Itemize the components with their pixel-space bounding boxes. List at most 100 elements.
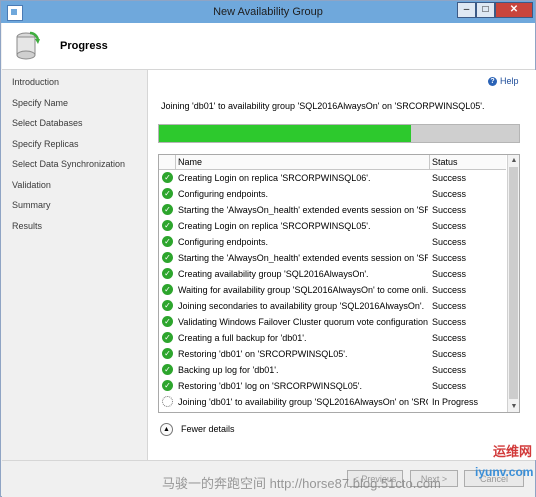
sidebar-item-introduction[interactable]: Introduction bbox=[12, 77, 59, 87]
sidebar-item-validation[interactable]: Validation bbox=[12, 180, 51, 190]
success-check-icon: ✓ bbox=[162, 332, 173, 343]
table-row[interactable]: ✓ Creating availability group 'SQL2016Alw… bbox=[159, 266, 506, 282]
column-header-name[interactable]: Name bbox=[178, 157, 202, 167]
logo-top-text: 运维网 bbox=[493, 444, 533, 459]
scroll-up-arrow-icon[interactable]: ▲ bbox=[508, 155, 519, 166]
row-name: Backing up log for 'db01'. bbox=[178, 365, 279, 375]
page-header: Progress bbox=[2, 23, 535, 70]
progress-details-grid: Name Status ✓ Creating Login on replica '… bbox=[158, 154, 520, 413]
row-name: Configuring endpoints. bbox=[178, 189, 269, 199]
success-check-icon: ✓ bbox=[162, 348, 173, 359]
row-status: Success bbox=[432, 205, 467, 215]
row-name: Creating Login on replica 'SRCORPWINSQL0… bbox=[178, 221, 371, 231]
table-row[interactable]: Joining 'db01' to availability group 'SQ… bbox=[159, 394, 506, 410]
table-row[interactable]: ✓ Backing up log for 'db01'. Success bbox=[159, 362, 506, 378]
help-icon: ? bbox=[488, 77, 497, 87]
row-status: Success bbox=[432, 221, 467, 231]
success-check-icon: ✓ bbox=[162, 172, 173, 183]
site-logo: 运维网 iyunv.com bbox=[475, 441, 533, 489]
vertical-scrollbar[interactable]: ▲ ▼ bbox=[507, 155, 519, 412]
help-label: Help bbox=[500, 76, 519, 86]
row-name: Starting the 'AlwaysOn_health' extended … bbox=[178, 205, 428, 215]
sidebar-item-specify-name[interactable]: Specify Name bbox=[12, 98, 68, 108]
row-name: Validating Windows Failover Cluster quor… bbox=[178, 317, 428, 327]
row-status: Success bbox=[432, 317, 467, 327]
success-check-icon: ✓ bbox=[162, 300, 173, 311]
grid-header: Name Status bbox=[159, 155, 506, 170]
sidebar-item-select-databases[interactable]: Select Databases bbox=[12, 118, 83, 128]
sidebar-item-summary[interactable]: Summary bbox=[12, 200, 51, 210]
logo-bottom-text: iyunv.com bbox=[475, 465, 534, 479]
window-title: New Availability Group bbox=[213, 6, 323, 18]
watermark-text: 马骏一的奔跑空间 http://horse87.blog.51cto.com bbox=[162, 476, 441, 491]
fewer-details-label: Fewer details bbox=[181, 423, 235, 434]
row-name: Configuring endpoints. bbox=[178, 237, 269, 247]
sidebar-item-results[interactable]: Results bbox=[12, 221, 42, 231]
progress-bar-fill bbox=[159, 125, 411, 142]
table-row[interactable]: ✓ Starting the 'AlwaysOn_health' extended… bbox=[159, 250, 506, 266]
row-name: Restoring 'db01' on 'SRCORPWINSQL05'. bbox=[178, 349, 348, 359]
collapse-chevron-icon: ▲ bbox=[160, 423, 173, 436]
scrollbar-thumb[interactable] bbox=[509, 167, 518, 399]
row-name: Waiting for availability group 'SQL2016A… bbox=[178, 285, 428, 295]
table-row[interactable]: ✓ Joining secondaries to availability gro… bbox=[159, 298, 506, 314]
table-row[interactable]: ✓ Configuring endpoints. Success bbox=[159, 234, 506, 250]
row-status: Success bbox=[432, 333, 467, 343]
table-row[interactable]: ✓ Restoring 'db01' on 'SRCORPWINSQL05'. Su… bbox=[159, 346, 506, 362]
row-status: Success bbox=[432, 253, 467, 263]
row-name: Creating a full backup for 'db01'. bbox=[178, 333, 307, 343]
page-title: Progress bbox=[60, 40, 108, 52]
row-status: Success bbox=[432, 349, 467, 359]
database-progress-icon bbox=[16, 31, 40, 60]
success-check-icon: ✓ bbox=[162, 204, 173, 215]
success-check-icon: ✓ bbox=[162, 268, 173, 279]
success-check-icon: ✓ bbox=[162, 364, 173, 375]
maximize-button[interactable]: □ bbox=[476, 2, 495, 18]
row-status: Success bbox=[432, 285, 467, 295]
sidebar-item-specify-replicas[interactable]: Specify Replicas bbox=[12, 139, 79, 149]
scroll-down-arrow-icon[interactable]: ▼ bbox=[508, 401, 519, 412]
row-status: Success bbox=[432, 365, 467, 375]
progress-panel: ? Help Joining 'db01' to availability gro… bbox=[147, 70, 536, 460]
success-check-icon: ✓ bbox=[162, 220, 173, 231]
success-check-icon: ✓ bbox=[162, 284, 173, 295]
table-row[interactable]: ✓ Restoring 'db01' log on 'SRCORPWINSQL05… bbox=[159, 378, 506, 394]
row-name: Restoring 'db01' log on 'SRCORPWINSQL05'… bbox=[178, 381, 362, 391]
row-status: Success bbox=[432, 381, 467, 391]
status-message: Joining 'db01' to availability group 'SQ… bbox=[161, 101, 485, 111]
row-status: Success bbox=[432, 269, 467, 279]
row-status: Success bbox=[432, 237, 467, 247]
column-separator bbox=[175, 155, 176, 169]
row-status: In Progress bbox=[432, 397, 479, 407]
row-status: Success bbox=[432, 301, 467, 311]
row-name: Creating Login on replica 'SRCORPWINSQL0… bbox=[178, 173, 371, 183]
table-row[interactable]: ✓ Creating Login on replica 'SRCORPWINSQL… bbox=[159, 170, 506, 186]
column-header-status[interactable]: Status bbox=[432, 157, 458, 167]
wizard-window: New Availability Group – □ ✕ Progress In… bbox=[0, 0, 536, 497]
table-row[interactable]: ✓ Creating Login on replica 'SRCORPWINSQL… bbox=[159, 218, 506, 234]
close-button[interactable]: ✕ bbox=[495, 2, 533, 18]
help-link[interactable]: ? Help bbox=[488, 76, 519, 87]
row-name: Joining secondaries to availability grou… bbox=[178, 301, 425, 311]
row-name: Joining 'db01' to availability group 'SQ… bbox=[178, 397, 428, 407]
table-row[interactable]: ✓ Validating Windows Failover Cluster quo… bbox=[159, 314, 506, 330]
table-row[interactable]: ✓ Creating a full backup for 'db01'. Succe… bbox=[159, 330, 506, 346]
row-status: Success bbox=[432, 173, 467, 183]
wizard-footer: < Previous Next > Cancel 马骏一的奔跑空间 http:/… bbox=[2, 444, 535, 497]
success-check-icon: ✓ bbox=[162, 252, 173, 263]
fewer-details-toggle[interactable]: ▲ Fewer details bbox=[160, 423, 235, 436]
table-row[interactable]: ✓ Configuring endpoints. Success bbox=[159, 186, 506, 202]
in-progress-spinner-icon bbox=[162, 396, 173, 407]
table-row[interactable]: ✓ Waiting for availability group 'SQL2016… bbox=[159, 282, 506, 298]
success-check-icon: ✓ bbox=[162, 236, 173, 247]
minimize-button[interactable]: – bbox=[457, 2, 476, 18]
column-separator bbox=[429, 155, 430, 169]
table-row[interactable]: ✓ Starting the 'AlwaysOn_health' extended… bbox=[159, 202, 506, 218]
success-check-icon: ✓ bbox=[162, 380, 173, 391]
row-name: Starting the 'AlwaysOn_health' extended … bbox=[178, 253, 428, 263]
sidebar-item-data-synchronization[interactable]: Select Data Synchronization bbox=[12, 159, 125, 169]
progress-bar bbox=[158, 124, 520, 143]
row-status: Success bbox=[432, 189, 467, 199]
title-bar[interactable]: New Availability Group – □ ✕ bbox=[1, 1, 535, 23]
wizard-sidebar: Introduction Specify Name Select Databas… bbox=[2, 70, 146, 460]
